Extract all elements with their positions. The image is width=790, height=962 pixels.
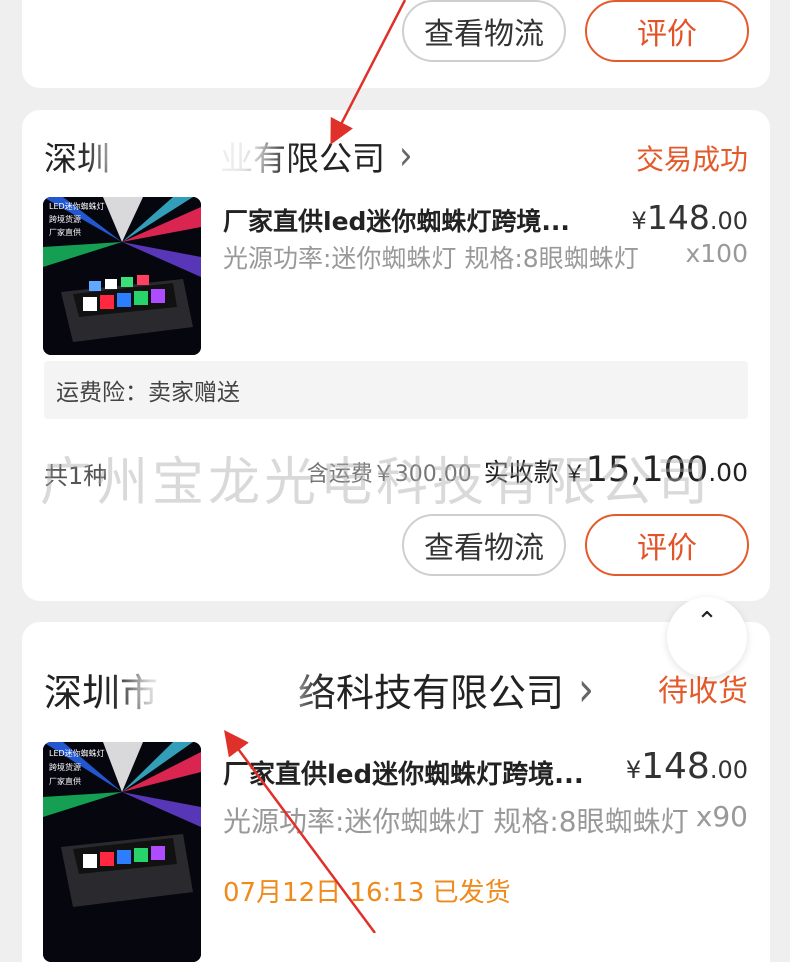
review-button[interactable]: 评价 xyxy=(585,514,749,576)
thumb-text-1: LED迷你蜘蛛灯 xyxy=(49,748,105,758)
freight-insurance-note: 运费险：卖家赠送 xyxy=(44,361,748,419)
shipping-fee: 含运费￥300.00 xyxy=(306,462,472,487)
item-count: 共1种 xyxy=(44,462,108,490)
product-quantity: x90 xyxy=(695,800,748,833)
order-status: 交易成功 xyxy=(635,143,748,176)
product-quantity: x100 xyxy=(685,239,748,268)
thumb-text-2: 跨境货源 xyxy=(49,214,81,224)
product-price: ¥148.00 xyxy=(631,198,748,237)
received-label: 实收款 xyxy=(483,458,559,487)
privacy-blur xyxy=(132,622,302,762)
thumb-text-2: 跨境货源 xyxy=(49,762,81,772)
order-total: 含运费￥300.00 实收款 ￥ 15,100 .00 xyxy=(306,450,748,490)
order-card-completed: 深圳 业有限公司 › 交易成功 LED迷你蜘蛛灯 跨境货源 厂家直供 厂家直供l… xyxy=(22,110,770,601)
scroll-to-top-button[interactable]: ⌃ xyxy=(667,597,747,677)
order-card-top: 查看物流 评价 xyxy=(22,0,770,88)
shipped-time: 07月12日 16:13 已发货 xyxy=(223,878,511,908)
product-title[interactable]: 厂家直供led迷你蜘蛛灯跨境... xyxy=(223,754,584,791)
product-price: ¥148.00 xyxy=(625,746,748,787)
view-logistics-button[interactable]: 查看物流 xyxy=(402,0,566,62)
chevron-right-icon: › xyxy=(578,661,595,718)
chevron-right-icon: › xyxy=(399,132,413,180)
product-thumbnail[interactable]: LED迷你蜘蛛灯 跨境货源 厂家直供 xyxy=(43,742,201,962)
product-title[interactable]: 厂家直供led迷你蜘蛛灯跨境... xyxy=(223,202,570,238)
product-image: LED迷你蜘蛛灯 跨境货源 厂家直供 xyxy=(43,742,201,962)
total-amount: 15,100 xyxy=(585,450,709,490)
thumb-text-1: LED迷你蜘蛛灯 xyxy=(49,201,105,211)
product-spec: 光源功率:迷你蜘蛛灯 规格:8眼蜘蛛灯 xyxy=(223,244,639,273)
thumb-text-3: 厂家直供 xyxy=(49,776,81,786)
product-thumbnail[interactable]: LED迷你蜘蛛灯 跨境货源 厂家直供 xyxy=(43,197,201,355)
shop-name: 深圳市 络科技有限公司 xyxy=(44,671,565,715)
product-spec: 光源功率:迷你蜘蛛灯 规格:8眼蜘蛛灯 xyxy=(223,805,689,838)
chevron-up-icon: ⌃ xyxy=(696,607,718,637)
review-button[interactable]: 评价 xyxy=(585,0,749,62)
product-image: LED迷你蜘蛛灯 跨境货源 厂家直供 xyxy=(43,197,201,355)
view-logistics-button[interactable]: 查看物流 xyxy=(402,514,566,576)
thumb-text-3: 厂家直供 xyxy=(49,227,81,237)
order-card-pending: 深圳市 络科技有限公司 › 待收货 LED迷你蜘蛛灯 跨境货源 厂家直供 厂家直供… xyxy=(22,622,770,962)
